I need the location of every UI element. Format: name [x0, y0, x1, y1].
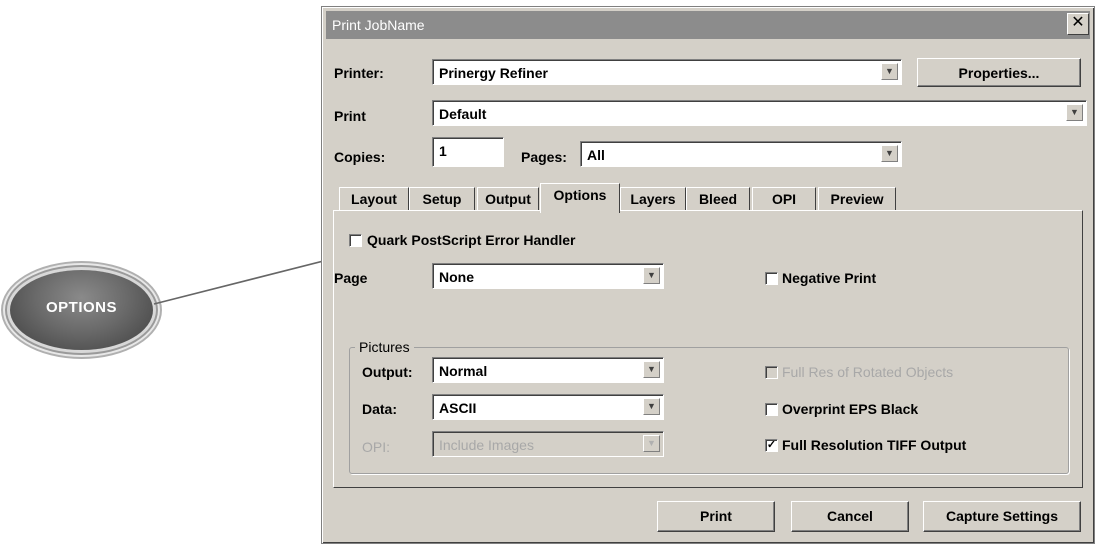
chevron-down-icon[interactable]: ▼	[643, 361, 660, 378]
print-dialog: Print JobName ✕ Printer: Prinergy Refine…	[321, 6, 1095, 544]
tab-options[interactable]: Options	[540, 183, 620, 213]
chevron-down-icon[interactable]: ▼	[881, 63, 898, 80]
overprint-eps-label: Overprint EPS Black	[782, 401, 919, 417]
output-value: Normal	[439, 363, 488, 379]
tab-layout[interactable]: Layout	[339, 187, 409, 211]
data-select[interactable]: ASCII ▼	[432, 394, 664, 420]
error-handler-label: Quark PostScript Error Handler	[367, 232, 576, 248]
full-res-tiff-checkbox[interactable]: ✓	[765, 439, 778, 452]
tab-preview[interactable]: Preview	[818, 187, 896, 211]
properties-button[interactable]: Properties...	[917, 58, 1081, 87]
pictures-group-label: Pictures	[355, 339, 414, 355]
properties-label: Properties...	[958, 65, 1040, 81]
print-style-label: Print	[334, 108, 366, 124]
pages-label: Pages:	[521, 149, 567, 165]
pages-value: All	[587, 147, 605, 163]
tab-output[interactable]: Output	[477, 187, 539, 211]
copies-input[interactable]: 1	[432, 137, 504, 167]
opi-label: OPI:	[362, 439, 391, 455]
chevron-down-icon[interactable]: ▼	[881, 145, 898, 162]
print-style-select[interactable]: Default ▼	[432, 100, 1087, 126]
print-button[interactable]: Print	[657, 501, 775, 532]
data-label: Data:	[362, 401, 398, 417]
full-res-tiff-label: Full Resolution TIFF Output	[782, 437, 967, 453]
negative-print-label: Negative Print	[782, 270, 877, 286]
tab-bleed[interactable]: Bleed	[686, 187, 750, 211]
full-res-rotated-checkbox	[765, 366, 778, 379]
printer-label: Printer:	[334, 65, 384, 81]
overprint-eps-checkbox[interactable]	[765, 403, 778, 416]
title-bar[interactable]: Print JobName ✕	[326, 11, 1090, 39]
copies-label: Copies:	[334, 149, 386, 165]
print-style-value: Default	[439, 106, 487, 122]
chevron-down-icon[interactable]: ▼	[643, 398, 660, 415]
printer-value: Prinergy Refiner	[439, 65, 548, 81]
chevron-down-icon: ▼	[643, 435, 660, 452]
check-icon: ✓	[766, 439, 777, 451]
dialog-title: Print JobName	[332, 17, 425, 33]
close-icon: ✕	[1071, 14, 1085, 31]
data-value: ASCII	[439, 400, 477, 416]
tab-opi[interactable]: OPI	[752, 187, 816, 211]
printer-select[interactable]: Prinergy Refiner ▼	[432, 59, 902, 85]
cancel-button-label: Cancel	[827, 508, 873, 524]
chevron-down-icon[interactable]: ▼	[643, 267, 660, 284]
error-handler-checkbox[interactable]	[349, 234, 362, 247]
chevron-down-icon[interactable]: ▼	[1066, 104, 1083, 121]
full-res-rotated-label: Full Res of Rotated Objects	[782, 364, 954, 380]
output-label: Output:	[362, 364, 413, 380]
page-select[interactable]: None ▼	[432, 263, 664, 289]
opi-value: Include Images	[439, 437, 534, 453]
output-select[interactable]: Normal ▼	[432, 357, 664, 383]
copies-value: 1	[439, 143, 447, 159]
negative-print-checkbox[interactable]	[765, 272, 778, 285]
tab-setup[interactable]: Setup	[409, 187, 475, 211]
page-label: Page	[334, 270, 368, 286]
print-button-label: Print	[700, 508, 732, 524]
close-button[interactable]: ✕	[1067, 13, 1089, 35]
opi-select: Include Images ▼	[432, 431, 664, 457]
pages-select[interactable]: All ▼	[580, 141, 902, 167]
tab-layers[interactable]: Layers	[620, 187, 686, 211]
cancel-button[interactable]: Cancel	[791, 501, 909, 532]
capture-settings-label: Capture Settings	[945, 508, 1058, 524]
page-value: None	[439, 269, 474, 285]
capture-settings-button[interactable]: Capture Settings	[923, 501, 1081, 532]
